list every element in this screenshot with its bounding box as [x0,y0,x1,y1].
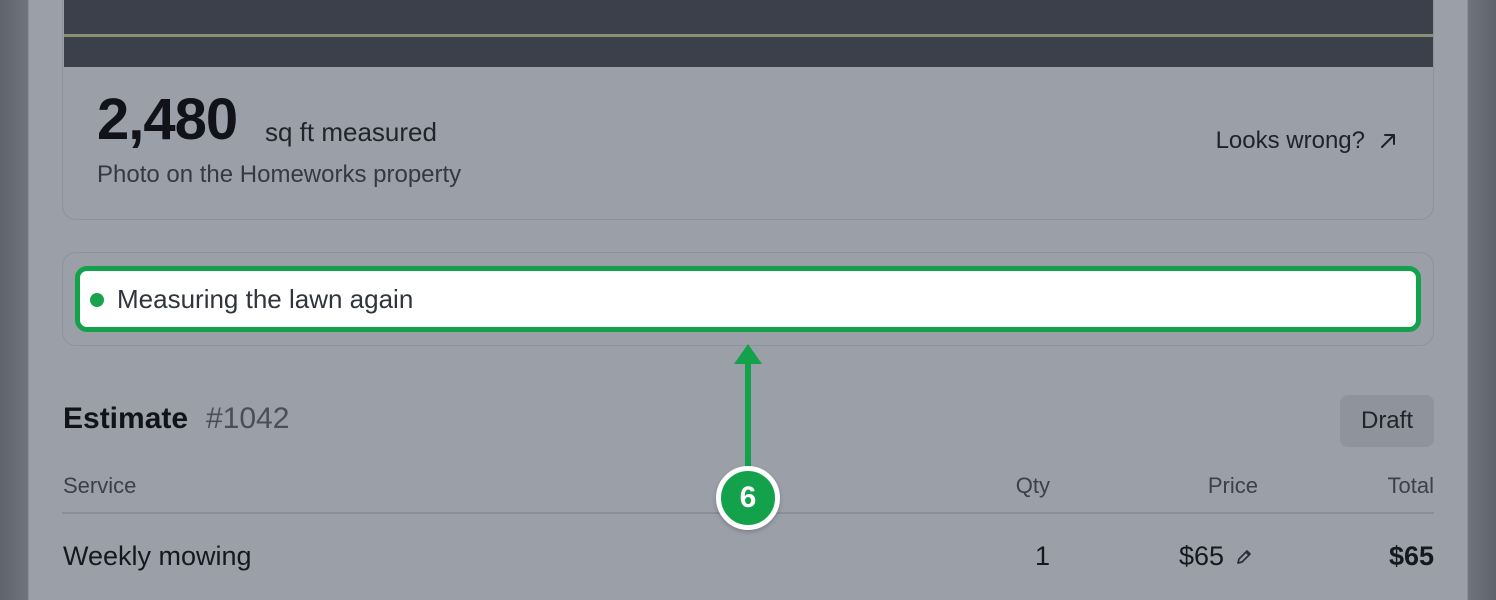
annotation-step-badge: 6 [716,466,780,530]
row-qty: 1 [1034,541,1050,571]
estimate-title: Estimate [63,402,189,435]
column-header-service: Service [63,473,137,498]
status-card: Measuring the lawn again [62,252,1434,346]
measurement-value: 2,480 [97,87,238,152]
row-price-value: $65 [1178,541,1224,571]
right-backdrop [1466,0,1496,600]
arrow-up-right-icon [1381,134,1395,148]
column-header-price: Price [1207,473,1258,498]
pencil-icon[interactable] [1234,547,1254,567]
measurement-subtitle: Photo on the Homeworks property [97,161,462,188]
measurement-card: 2,480 sq ft measured Photo on the Homewo… [62,0,1434,220]
looks-wrong-link[interactable]: Looks wrong? [1216,127,1397,155]
row-service: Weekly mowing [63,541,252,571]
row-price-editor[interactable]: $65 [1179,541,1254,572]
row-total: $65 [1388,541,1434,571]
measurement-unit: sq ft measured [265,117,437,147]
property-map-image [64,0,1433,67]
annotation-arrow-line [745,360,751,468]
status-dot-icon [90,293,104,307]
remeasure-status-box: Measuring the lawn again [75,266,1421,332]
status-text: Measuring the lawn again [117,284,414,314]
looks-wrong-label: Looks wrong? [1215,127,1365,154]
estimate-number: #1042 [206,402,290,435]
map-boundary-line [64,34,1433,37]
left-backdrop [0,0,30,600]
draft-status-badge: Draft [1340,395,1434,447]
column-header-qty: Qty [1015,473,1050,498]
column-header-total: Total [1387,473,1434,498]
